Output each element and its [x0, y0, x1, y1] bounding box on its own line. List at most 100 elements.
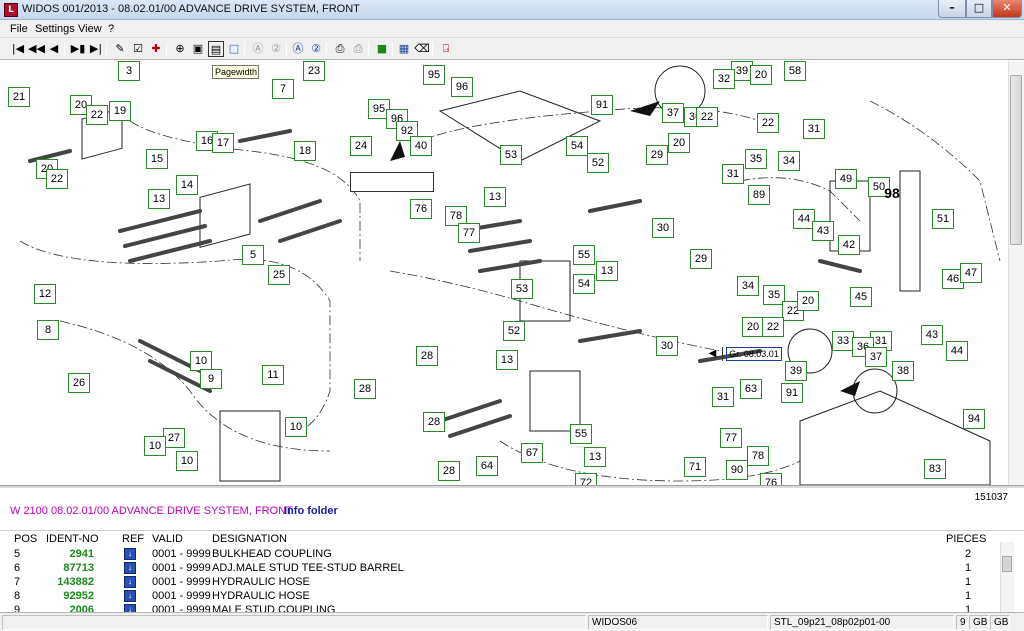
previous-page-icon[interactable]: ◀◀ [28, 41, 45, 57]
table-row[interactable]: 7 143882 ↓ 0001 - 9999 HYDRAULIC HOSE 1 [0, 575, 1000, 589]
col-header-pieces[interactable]: PIECES [946, 533, 986, 547]
col-header-designation[interactable]: DESIGNATION [212, 533, 287, 547]
table-row[interactable]: 5 2941 ↓ 0001 - 9999 BULKHEAD COUPLING 2 [0, 547, 1000, 561]
callout-28[interactable]: 28 [423, 412, 445, 432]
callout-76[interactable]: 76 [410, 199, 432, 219]
print-icon[interactable]: ⎙ [332, 41, 348, 57]
zoom-2-icon[interactable]: ② [268, 41, 284, 57]
callout-39[interactable]: 39 [785, 361, 807, 381]
callout-90[interactable]: 90 [726, 460, 748, 480]
reference-arrow-icon[interactable]: ↓ [124, 590, 136, 602]
zoom-icon[interactable]: ⊕ [172, 41, 188, 57]
callout-77[interactable]: 77 [720, 428, 742, 448]
print-preview-icon[interactable]: ⎙ [350, 41, 366, 57]
menu-help[interactable]: ? [108, 23, 114, 35]
close-button[interactable]: ✕ [992, 0, 1022, 18]
table-scroll-thumb[interactable] [1002, 556, 1012, 572]
callout-10[interactable]: 10 [144, 436, 166, 456]
callout-35[interactable]: 35 [745, 149, 767, 169]
first-page-icon[interactable]: |◀ [10, 41, 26, 57]
page-last-icon[interactable]: ▶| [88, 41, 104, 57]
callout-18[interactable]: 18 [294, 141, 316, 161]
callout-19[interactable]: 19 [109, 101, 131, 121]
annotation-2-icon[interactable]: ② [308, 41, 324, 57]
callout-28[interactable]: 28 [416, 346, 438, 366]
callout-37[interactable]: 37 [662, 103, 684, 123]
callout-23[interactable]: 23 [303, 61, 325, 81]
zoom-window-icon[interactable]: □ [226, 41, 242, 57]
callout-20[interactable]: 20 [797, 291, 819, 311]
callout-94[interactable]: 94 [963, 409, 985, 429]
callout-10[interactable]: 10 [190, 351, 212, 371]
callout-95[interactable]: 95 [423, 65, 445, 85]
row-ident[interactable]: 2941 [18, 547, 94, 561]
callout-22[interactable]: 22 [46, 169, 68, 189]
callout-29[interactable]: 29 [646, 145, 668, 165]
table-scrollbar[interactable] [1000, 542, 1014, 612]
maximize-button[interactable]: □ [966, 0, 992, 18]
callout-44[interactable]: 44 [946, 341, 968, 361]
callout-13[interactable]: 13 [148, 189, 170, 209]
page-fit-icon[interactable]: ▣ [190, 41, 206, 57]
annotation-1-icon[interactable]: Ⓐ [290, 41, 306, 57]
callout-20[interactable]: 20 [668, 133, 690, 153]
callout-72[interactable]: 72 [575, 473, 597, 485]
callout-63[interactable]: 63 [740, 379, 762, 399]
zoom-1-icon[interactable]: Ⓐ [250, 41, 266, 57]
callout-12[interactable]: 12 [34, 284, 56, 304]
callout-7[interactable]: 7 [272, 79, 294, 99]
callout-91[interactable]: 91 [591, 95, 613, 115]
callout-9[interactable]: 9 [200, 369, 222, 389]
callout-89[interactable]: 89 [748, 185, 770, 205]
callout-53[interactable]: 53 [511, 279, 533, 299]
info-folder-link[interactable]: Info folder [284, 505, 338, 517]
pagewidth-icon[interactable]: ▤ [208, 41, 224, 57]
callout-24[interactable]: 24 [350, 136, 372, 156]
reference-arrow-icon[interactable]: ↓ [124, 576, 136, 588]
callout-5[interactable]: 5 [242, 245, 264, 265]
table-row[interactable]: 8 92952 ↓ 0001 - 9999 HYDRAULIC HOSE 1 [0, 589, 1000, 603]
callout-43[interactable]: 43 [812, 221, 834, 241]
callout-14[interactable]: 14 [176, 175, 198, 195]
minimize-button[interactable]: – [938, 0, 966, 18]
callout-55[interactable]: 55 [573, 245, 595, 265]
callout-22[interactable]: 22 [762, 317, 784, 337]
callout-34[interactable]: 34 [737, 276, 759, 296]
back-icon[interactable]: ◀ [46, 41, 62, 57]
callout-22[interactable]: 22 [86, 105, 108, 125]
callout-30[interactable]: 30 [652, 218, 674, 238]
callout-49[interactable]: 49 [835, 169, 857, 189]
callout-13[interactable]: 13 [484, 187, 506, 207]
callout-43[interactable]: 43 [921, 325, 943, 345]
callout-28[interactable]: 28 [354, 379, 376, 399]
callout-64[interactable]: 64 [476, 456, 498, 476]
callout-31[interactable]: 31 [712, 387, 734, 407]
callout-98[interactable]: 98 [878, 183, 906, 205]
callout-54[interactable]: 54 [573, 274, 595, 294]
drawing-scroll-thumb[interactable] [1010, 75, 1022, 245]
callout-40[interactable]: 40 [410, 136, 432, 156]
callout-20[interactable]: 20 [750, 65, 772, 85]
callout-8[interactable]: 8 [37, 320, 59, 340]
callout-52[interactable]: 52 [503, 321, 525, 341]
group-reference-box[interactable]: ◀ Gr. 08.03.01 [350, 172, 782, 361]
page-next-icon[interactable]: ▶▮ [70, 41, 86, 57]
row-ident[interactable]: 92952 [18, 589, 94, 603]
col-header-pos[interactable]: POS [14, 533, 37, 547]
callout-53[interactable]: 53 [500, 145, 522, 165]
callout-51[interactable]: 51 [932, 209, 954, 229]
callout-71[interactable]: 71 [684, 457, 706, 477]
callout-13[interactable]: 13 [584, 447, 606, 467]
note-edit-icon[interactable]: ☑ [130, 41, 146, 57]
callout-15[interactable]: 15 [146, 149, 168, 169]
callout-22[interactable]: 22 [696, 107, 718, 127]
callout-42[interactable]: 42 [838, 235, 860, 255]
col-header-ident[interactable]: IDENT-NO [46, 533, 99, 547]
eraser-icon[interactable]: ⌫ [414, 41, 430, 57]
callout-21[interactable]: 21 [8, 87, 30, 107]
callout-13[interactable]: 13 [596, 261, 618, 281]
menu-settings[interactable]: Settings [35, 23, 75, 35]
callout-45[interactable]: 45 [850, 287, 872, 307]
callout-27[interactable]: 27 [163, 428, 185, 448]
callout-96[interactable]: 96 [451, 77, 473, 97]
